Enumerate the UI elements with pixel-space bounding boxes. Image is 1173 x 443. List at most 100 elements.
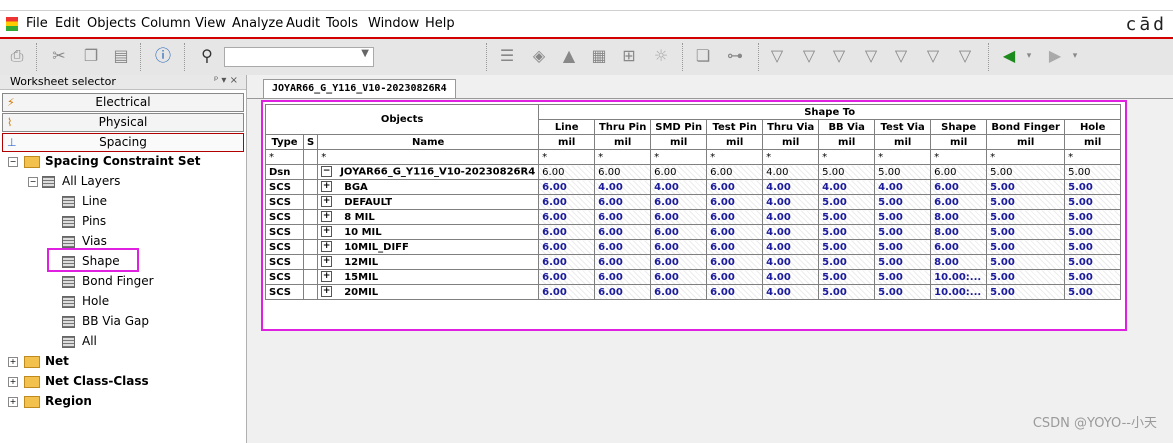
- name-cell[interactable]: +10 MIL: [317, 224, 540, 240]
- value-cell[interactable]: 6.00: [594, 284, 652, 300]
- value-cell[interactable]: 5.00: [1064, 179, 1122, 195]
- table-row[interactable]: SCS + BGA 6.00 4.00 4.00 6.00 4.00 4.00 4.00 6.00 5…: [265, 179, 1122, 195]
- value-cell[interactable]: 6.00: [650, 194, 708, 210]
- add-grid-icon[interactable]: ⊞: [618, 45, 640, 67]
- column-header[interactable]: Thru Pin: [594, 119, 652, 135]
- tree-item-line[interactable]: Line: [62, 192, 107, 210]
- value-cell[interactable]: 6.00: [650, 284, 708, 300]
- pin-close-icon[interactable]: ᵖ ▾ ×: [214, 75, 238, 86]
- value-cell[interactable]: 6.00: [538, 194, 596, 210]
- connect-icon[interactable]: ⊶: [724, 45, 746, 67]
- column-header[interactable]: Line: [538, 119, 596, 135]
- name-cell[interactable]: +20MIL: [317, 284, 540, 300]
- back-arrow-icon[interactable]: ◀: [998, 45, 1020, 67]
- sun-icon[interactable]: ☼: [650, 45, 672, 67]
- expand-icon[interactable]: +: [321, 226, 333, 238]
- value-cell[interactable]: 6.00: [706, 239, 764, 255]
- filter-cell[interactable]: *: [538, 149, 596, 165]
- forward-arrow-icon[interactable]: ▶: [1044, 45, 1066, 67]
- expand-icon[interactable]: +: [321, 256, 333, 268]
- value-cell[interactable]: 8.00: [930, 254, 988, 270]
- filter-down-icon[interactable]: ▽: [922, 45, 944, 67]
- value-cell[interactable]: 5.00: [986, 224, 1066, 240]
- value-cell[interactable]: 5.00: [986, 254, 1066, 270]
- expand-icon[interactable]: +: [321, 286, 333, 298]
- table-row[interactable]: SCS +8 MIL 6.00 6.00 6.00 6.00 4.00 5.00 5.00 8.0…: [265, 209, 1122, 225]
- value-cell[interactable]: 6.00: [594, 269, 652, 285]
- name-cell[interactable]: − JOYAR66_G_Y116_V10-20230826R4: [317, 164, 540, 180]
- value-cell[interactable]: 4.00: [762, 269, 820, 285]
- table-row[interactable]: SCS +10 MIL 6.00 6.00 6.00 6.00 4.00 5.00 5.00 8.…: [265, 224, 1122, 240]
- expand-icon[interactable]: +: [321, 196, 333, 208]
- value-cell[interactable]: 5.00: [874, 224, 932, 240]
- filter-object-icon[interactable]: ⚲: [196, 45, 218, 67]
- filter-cell[interactable]: *: [265, 149, 304, 165]
- value-cell[interactable]: 4.00: [762, 239, 820, 255]
- name-cell[interactable]: +10MIL_DIFF: [317, 239, 540, 255]
- value-cell[interactable]: 5.00: [986, 194, 1066, 210]
- print-icon[interactable]: ⎙: [6, 45, 28, 67]
- menu-window[interactable]: Window: [368, 16, 419, 31]
- filter-cell[interactable]: *: [1064, 149, 1122, 165]
- tree-net-class-class[interactable]: Net Class-Class: [24, 372, 149, 390]
- value-cell[interactable]: 6.00: [650, 209, 708, 225]
- name-cell[interactable]: + BGA: [317, 179, 540, 195]
- value-cell[interactable]: 5.00: [1064, 254, 1122, 270]
- column-header[interactable]: Test Pin: [706, 119, 764, 135]
- value-cell[interactable]: 5.00: [874, 194, 932, 210]
- value-cell[interactable]: 5.00: [874, 254, 932, 270]
- expand-icon[interactable]: +: [8, 397, 18, 407]
- stack-icon[interactable]: ▲: [558, 45, 580, 67]
- column-header[interactable]: Hole: [1064, 119, 1122, 135]
- value-cell[interactable]: 4.00: [762, 179, 820, 195]
- value-cell[interactable]: 6.00: [930, 194, 988, 210]
- tree-item-all[interactable]: All: [62, 332, 97, 350]
- value-cell[interactable]: 5.00: [1064, 284, 1122, 300]
- value-cell[interactable]: 6.00: [594, 194, 652, 210]
- filter-cell[interactable]: *: [762, 149, 820, 165]
- tree-region[interactable]: Region: [24, 392, 92, 410]
- value-cell[interactable]: 6.00: [706, 224, 764, 240]
- expand-icon[interactable]: +: [8, 377, 18, 387]
- value-cell[interactable]: 5.00: [1064, 239, 1122, 255]
- menu-column[interactable]: Column: [141, 16, 191, 31]
- value-cell[interactable]: 4.00: [874, 179, 932, 195]
- value-cell[interactable]: 6.00: [706, 179, 764, 195]
- value-cell[interactable]: 5.00: [986, 239, 1066, 255]
- value-cell[interactable]: 6.00: [706, 284, 764, 300]
- collapse-icon[interactable]: −: [8, 157, 18, 167]
- filter-cell[interactable]: *: [818, 149, 876, 165]
- help-icon[interactable]: ⓘ: [152, 45, 174, 67]
- value-cell[interactable]: 5.00: [1064, 269, 1122, 285]
- value-cell[interactable]: 5.00: [986, 209, 1066, 225]
- expand-icon[interactable]: +: [321, 181, 333, 193]
- value-cell[interactable]: 6.00: [594, 224, 652, 240]
- column-header[interactable]: SMD Pin: [650, 119, 708, 135]
- value-cell[interactable]: 5.00: [986, 284, 1066, 300]
- filter-cell[interactable]: *: [650, 149, 708, 165]
- menu-tools[interactable]: Tools: [326, 16, 358, 31]
- copy-window-icon[interactable]: ❏: [692, 45, 714, 67]
- filter-edit-icon[interactable]: ▽: [890, 45, 912, 67]
- menu-help[interactable]: Help: [425, 16, 455, 31]
- tag-icon[interactable]: ◈: [528, 45, 550, 67]
- filter-cell[interactable]: [302, 149, 319, 165]
- column-header[interactable]: Test Via: [874, 119, 932, 135]
- value-cell[interactable]: 5.00: [818, 164, 876, 180]
- chevron-down-icon[interactable]: ▾: [1018, 45, 1040, 67]
- table-row[interactable]: SCS +12MIL 6.00 6.00 6.00 6.00 4.00 5.00 5.00 8.0…: [265, 254, 1122, 270]
- value-cell[interactable]: 5.00: [818, 224, 876, 240]
- table-row[interactable]: SCS +20MIL 6.00 6.00 6.00 6.00 4.00 5.00 5.00 10.…: [265, 284, 1122, 300]
- filter-cell[interactable]: *: [930, 149, 988, 165]
- filter-cell[interactable]: *: [317, 149, 540, 165]
- value-cell[interactable]: 6.00: [650, 269, 708, 285]
- value-cell[interactable]: 6.00: [706, 269, 764, 285]
- name-cell[interactable]: +12MIL: [317, 254, 540, 270]
- menu-edit[interactable]: Edit: [55, 16, 80, 31]
- value-cell[interactable]: 6.00: [594, 254, 652, 270]
- category-physical[interactable]: ⌇ Physical: [2, 113, 244, 132]
- tree-item-bb-via-gap[interactable]: BB Via Gap: [62, 312, 149, 330]
- value-cell[interactable]: 8.00: [930, 209, 988, 225]
- value-cell[interactable]: 4.00: [762, 254, 820, 270]
- value-cell[interactable]: 6.00: [650, 239, 708, 255]
